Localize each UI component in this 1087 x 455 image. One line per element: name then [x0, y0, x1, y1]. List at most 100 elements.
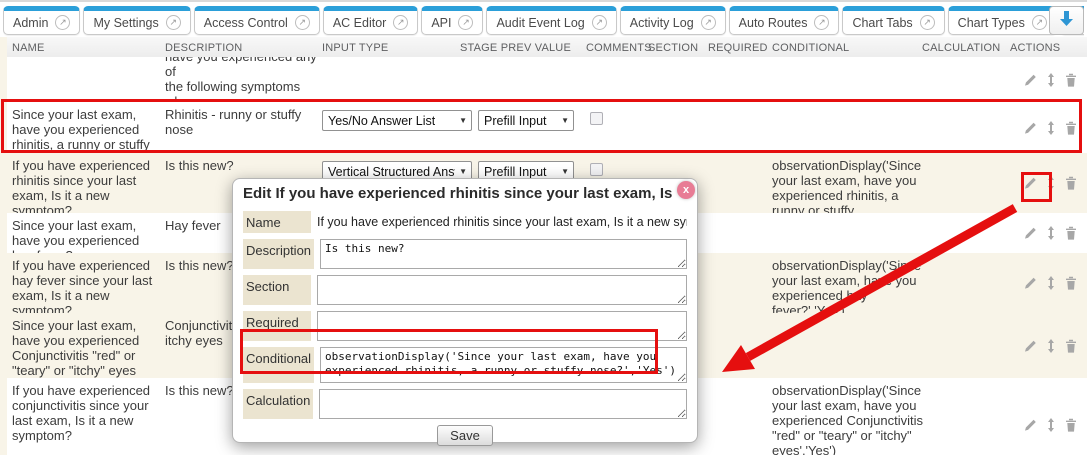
tab-auto-routes[interactable]: Auto Routes↗ — [729, 6, 840, 35]
col-comments: COMMENTS — [586, 42, 652, 54]
delete-icon[interactable] — [1065, 73, 1077, 87]
tab-label: Audit Event Log — [496, 16, 584, 30]
tab-scroll-down-button[interactable] — [1049, 6, 1084, 35]
tab-ac-editor[interactable]: AC Editor ↗ — [323, 6, 419, 35]
col-description: DESCRIPTION — [165, 42, 242, 54]
tab-strip: Admin↗ My Settings ↗ Access Control ↗ AC E… — [3, 6, 1084, 37]
name-cell: Since your last exam, have you experienc… — [12, 218, 162, 253]
delete-icon[interactable] — [1065, 121, 1077, 135]
field-label: Calculation — [243, 389, 313, 419]
dialog-title: Edit If you have experienced rhinitis si… — [243, 185, 675, 205]
name-cell: If you have experienced rhinitis since y… — [12, 158, 162, 213]
name-cell: Since your last exam, have you experienc… — [12, 318, 162, 378]
field-row-name: Name If you have experienced rhinitis si… — [243, 211, 687, 233]
stage-prev-value-select[interactable]: Prefill Input▼ — [478, 110, 574, 131]
description-textarea[interactable]: Is this new? — [320, 239, 687, 269]
save-button[interactable]: Save — [437, 425, 493, 446]
required-textarea[interactable] — [317, 311, 687, 341]
close-icon[interactable]: x — [677, 181, 695, 199]
edit-icon[interactable] — [1023, 339, 1037, 353]
row-actions — [1023, 276, 1077, 290]
table-row: Since your last exam, have you experienc… — [7, 102, 1087, 153]
delete-icon[interactable] — [1065, 418, 1077, 432]
field-label: Description — [243, 239, 314, 269]
col-conditional: CONDITIONAL — [772, 42, 849, 54]
col-name: NAME — [12, 42, 45, 54]
field-row-calculation: Calculation — [243, 389, 687, 419]
open-external-icon[interactable]: ↗ — [55, 15, 70, 30]
open-external-icon[interactable]: ↗ — [920, 15, 935, 30]
open-external-icon[interactable]: ↗ — [166, 15, 181, 30]
reorder-icon[interactable] — [1046, 276, 1056, 290]
table-header: NAME DESCRIPTION INPUT TYPE STAGE PREV V… — [7, 37, 1087, 59]
reorder-icon[interactable] — [1046, 418, 1056, 432]
section-textarea[interactable] — [317, 275, 687, 305]
field-row-section: Section — [243, 275, 687, 305]
conditional-cell: observationDisplay('Since your last exam… — [772, 158, 924, 213]
edit-icon[interactable] — [1023, 276, 1037, 290]
tab-label: Activity Log — [630, 16, 694, 30]
row-actions — [1023, 176, 1077, 190]
open-external-icon[interactable]: ↗ — [592, 15, 607, 30]
row-actions — [1023, 339, 1077, 353]
delete-icon[interactable] — [1065, 339, 1077, 353]
name-cell: If you have experienced hay fever since … — [12, 258, 162, 313]
field-label: Name — [243, 211, 311, 233]
conditional-textarea[interactable]: observationDisplay('Since your last exam… — [320, 347, 687, 383]
col-calculation: CALCULATION — [922, 42, 1000, 54]
open-external-icon[interactable]: ↗ — [1032, 15, 1047, 30]
tab-admin[interactable]: Admin↗ — [3, 6, 80, 35]
delete-icon[interactable] — [1065, 226, 1077, 240]
open-external-icon[interactable]: ↗ — [295, 15, 310, 30]
tab-access-control[interactable]: Access Control ↗ — [194, 6, 320, 35]
reorder-icon[interactable] — [1046, 176, 1056, 190]
select-arrow-icon: ▼ — [561, 116, 569, 125]
reorder-icon[interactable] — [1046, 121, 1056, 135]
open-external-icon[interactable]: ↗ — [701, 15, 716, 30]
save-row: Save — [241, 425, 689, 446]
name-cell: Since your last exam, have you experienc… — [12, 107, 162, 153]
tab-label: My Settings — [93, 16, 158, 30]
row-actions — [1023, 226, 1077, 240]
admin-forms-page: Admin↗ My Settings ↗ Access Control ↗ AC E… — [0, 0, 1087, 455]
tab-label: AC Editor — [333, 16, 387, 30]
edit-icon[interactable] — [1023, 176, 1037, 190]
edit-icon[interactable] — [1023, 418, 1037, 432]
edit-icon[interactable] — [1023, 121, 1037, 135]
edit-icon[interactable] — [1023, 73, 1037, 87]
tab-my-settings[interactable]: My Settings ↗ — [83, 6, 190, 35]
row-actions — [1023, 121, 1077, 135]
row-actions — [1023, 418, 1077, 432]
select-arrow-icon: ▼ — [561, 167, 569, 176]
input-type-select[interactable]: Yes/No Answer List▼ — [322, 110, 472, 131]
comments-checkbox[interactable] — [590, 163, 603, 176]
open-external-icon[interactable]: ↗ — [458, 15, 473, 30]
tab-label: Access Control — [204, 16, 288, 30]
conditional-cell: observationDisplay('Since your last exam… — [772, 383, 924, 455]
row-actions — [1023, 73, 1077, 87]
conditional-cell: observationDisplay('Since your last exam… — [772, 258, 924, 313]
tab-chart-tabs[interactable]: Chart Tabs↗ — [842, 6, 944, 35]
reorder-icon[interactable] — [1046, 73, 1056, 87]
tab-audit-event-log[interactable]: Audit Event Log ↗ — [486, 6, 616, 35]
edit-icon[interactable] — [1023, 226, 1037, 240]
description-cell: Rhinitis - runny or stuffy nose — [165, 107, 317, 137]
tab-activity-log[interactable]: Activity Log ↗ — [620, 6, 726, 35]
calculation-textarea[interactable] — [319, 389, 687, 419]
tab-chart-types[interactable]: Chart Types↗ — [948, 6, 1057, 35]
select-arrow-icon: ▼ — [459, 116, 467, 125]
reorder-icon[interactable] — [1046, 339, 1056, 353]
field-label: Required — [243, 311, 311, 341]
open-external-icon[interactable]: ↗ — [814, 15, 829, 30]
open-external-icon[interactable]: ↗ — [393, 15, 408, 30]
field-row-description: Description Is this new? — [243, 239, 687, 269]
field-row-conditional: Conditional observationDisplay('Since yo… — [243, 347, 687, 383]
delete-icon[interactable] — [1065, 276, 1077, 290]
comments-checkbox[interactable] — [590, 112, 603, 125]
tab-bar: Admin↗ My Settings ↗ Access Control ↗ AC E… — [0, 0, 1087, 37]
delete-icon[interactable] — [1065, 176, 1077, 190]
reorder-icon[interactable] — [1046, 226, 1056, 240]
col-required: REQUIRED — [708, 42, 768, 54]
col-section: SECTION — [648, 42, 698, 54]
tab-api[interactable]: API↗ — [421, 6, 483, 35]
